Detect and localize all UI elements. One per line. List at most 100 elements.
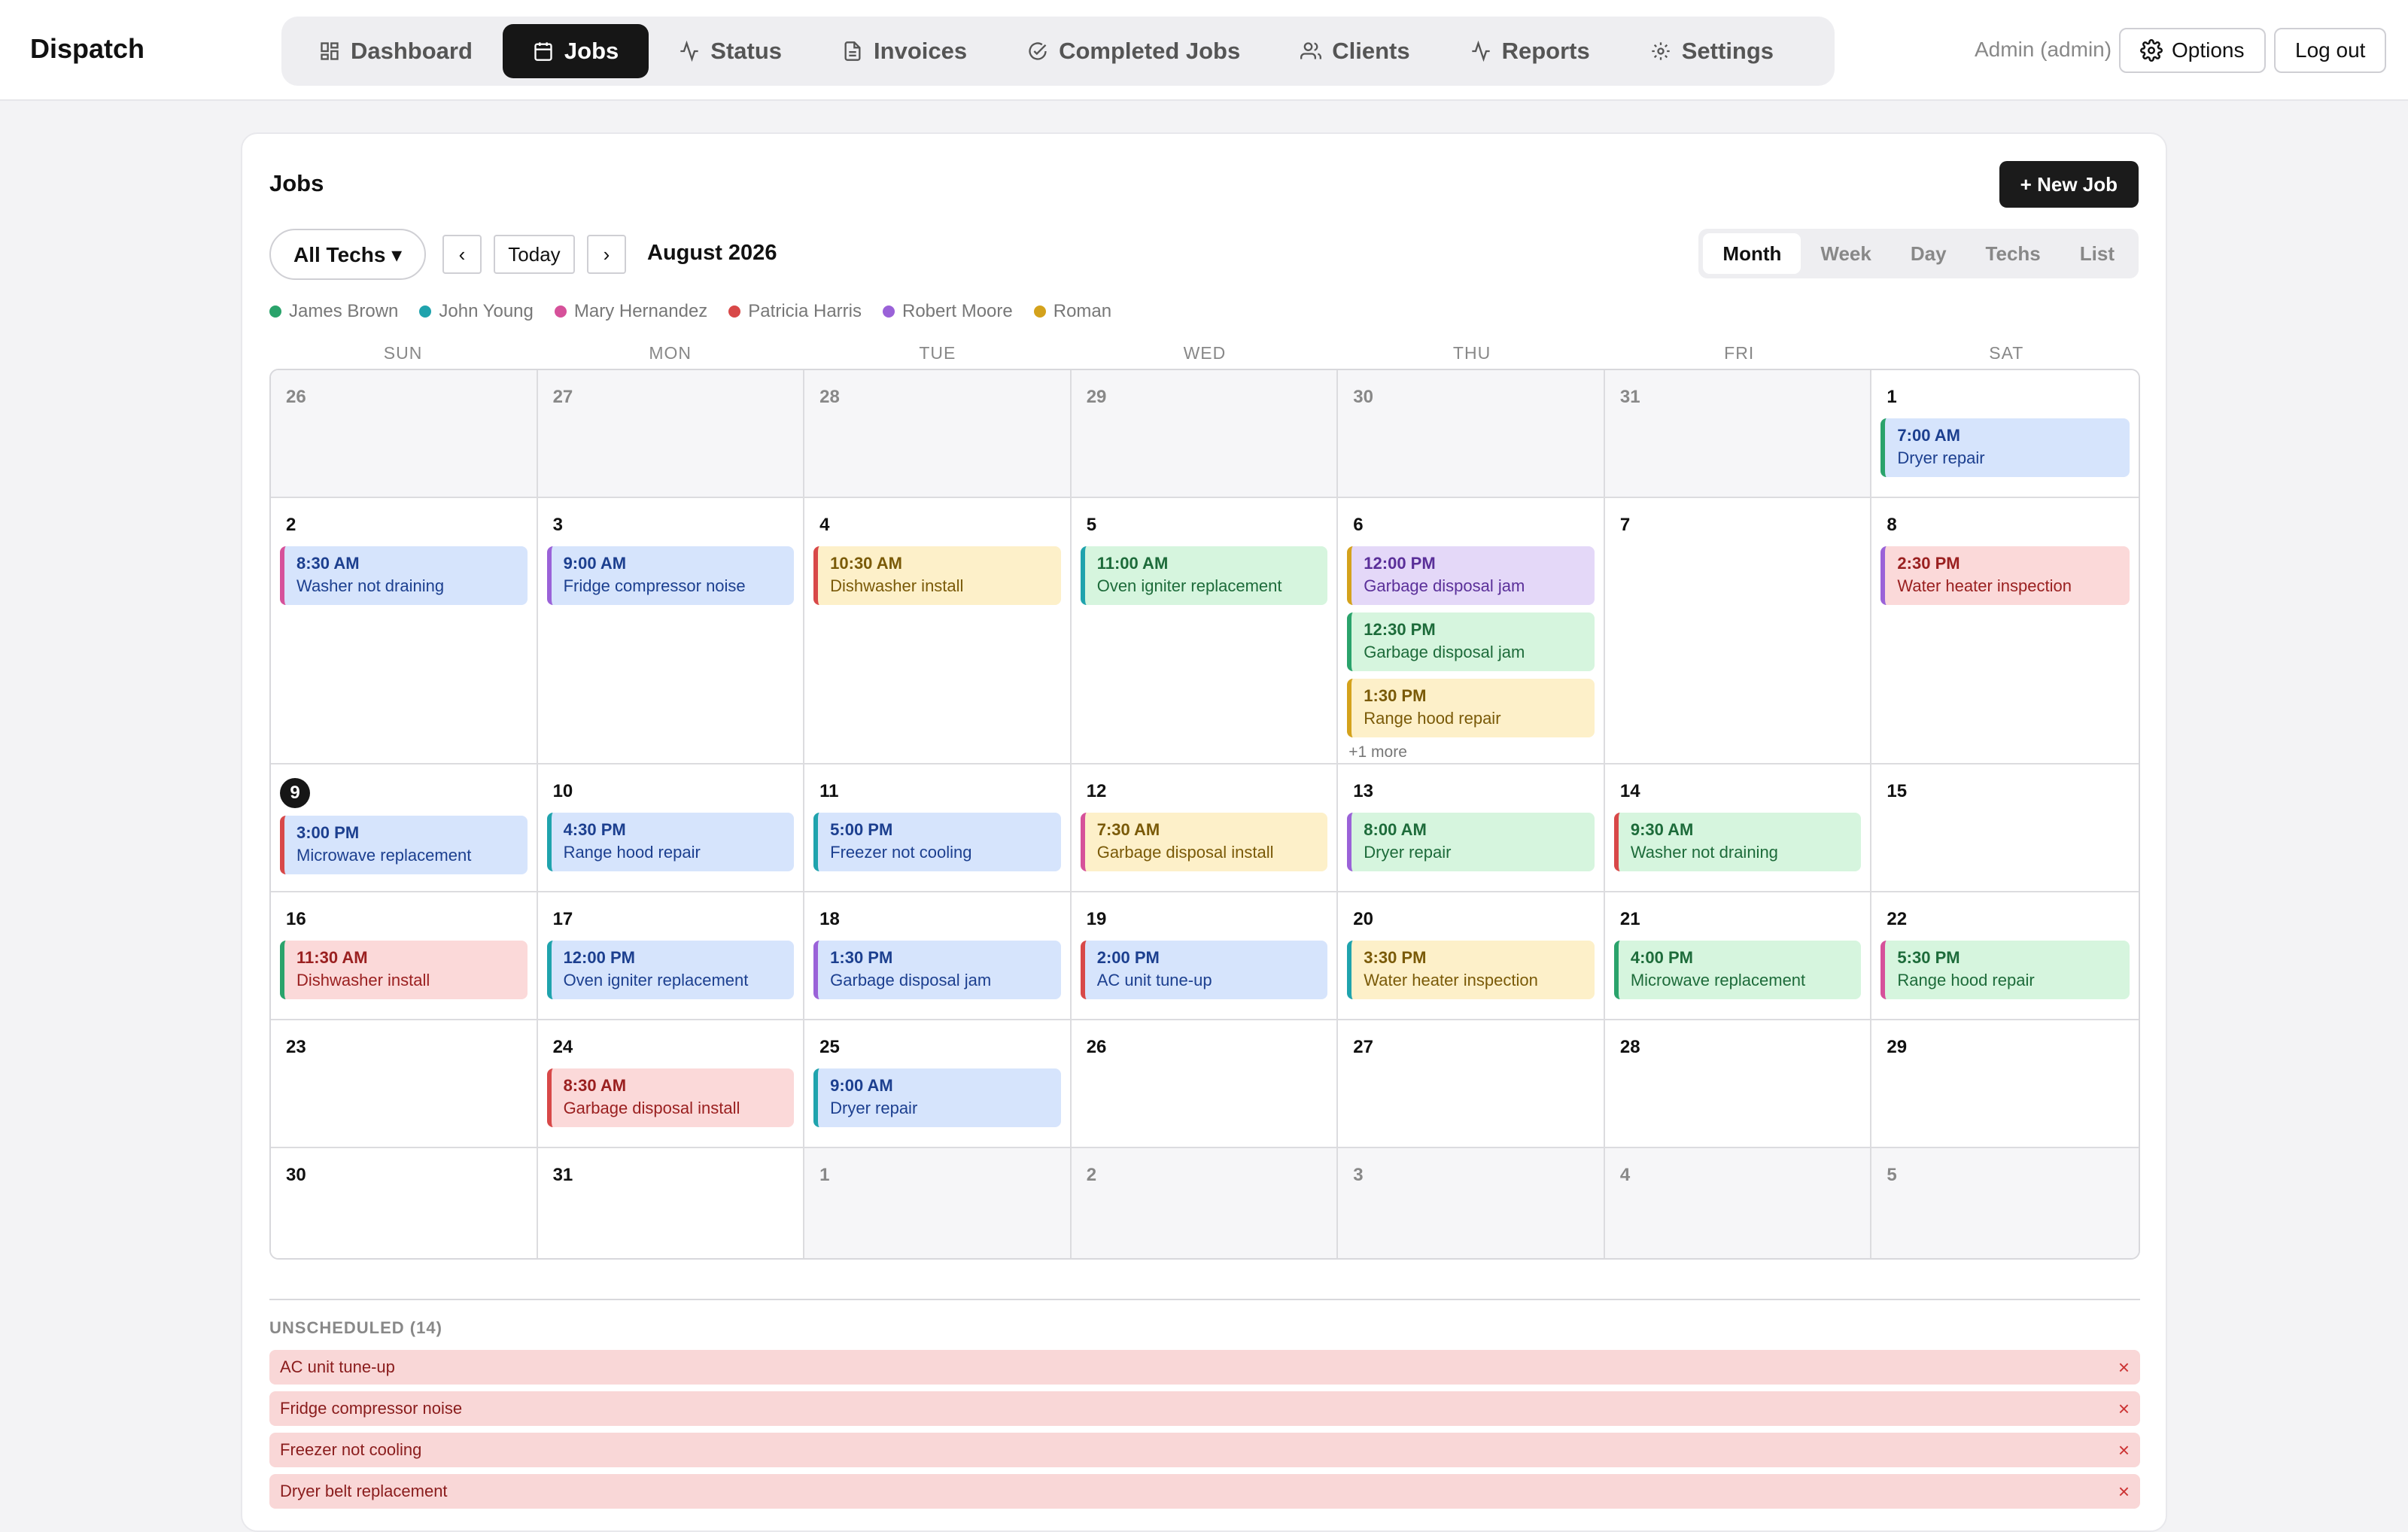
day-cell[interactable]: 1 7:00 AM Dryer repair bbox=[1871, 370, 2139, 498]
unscheduled-job[interactable]: AC unit tune-up × bbox=[269, 1350, 2140, 1385]
day-cell[interactable]: 23 bbox=[271, 1020, 538, 1148]
day-cell[interactable]: 27 bbox=[1338, 1020, 1605, 1148]
day-cell[interactable]: 16 11:30 AM Dishwasher install bbox=[271, 892, 538, 1020]
day-cell[interactable]: 19 2:00 PM AC unit tune-up bbox=[1071, 892, 1339, 1020]
day-cell[interactable]: 18 1:30 PM Garbage disposal jam bbox=[804, 892, 1072, 1020]
day-cell[interactable]: 31 bbox=[537, 1148, 805, 1258]
day-cell[interactable]: 21 4:00 PM Microwave replacement bbox=[1604, 892, 1872, 1020]
tech-filter-dropdown[interactable]: All Techs ▾ bbox=[269, 229, 427, 280]
close-icon[interactable]: × bbox=[2118, 1439, 2130, 1462]
day-cell[interactable]: 29 bbox=[1871, 1020, 2139, 1148]
day-cell[interactable]: 8 2:30 PM Water heater inspection bbox=[1871, 498, 2139, 764]
day-cell[interactable]: 6 12:00 PM Garbage disposal jam 12:30 PM Gar… bbox=[1338, 498, 1605, 764]
nav-tab-jobs[interactable]: Jobs bbox=[502, 24, 649, 78]
job-event[interactable]: 4:00 PM Microwave replacement bbox=[1613, 941, 1862, 999]
job-event[interactable]: 8:30 AM Garbage disposal install bbox=[546, 1068, 795, 1127]
view-tab-month[interactable]: Month bbox=[1703, 233, 1801, 274]
job-event[interactable]: 8:00 AM Dryer repair bbox=[1347, 813, 1595, 871]
job-title: Range hood repair bbox=[1364, 709, 1501, 728]
day-cell[interactable]: 13 8:00 AM Dryer repair bbox=[1338, 764, 1605, 892]
day-cell[interactable]: 3 bbox=[1338, 1148, 1605, 1258]
day-cell[interactable]: 15 bbox=[1871, 764, 2139, 892]
job-event[interactable]: 5:30 PM Range hood repair bbox=[1880, 941, 2130, 999]
job-event[interactable]: 8:30 AM Washer not draining bbox=[280, 546, 528, 605]
job-event[interactable]: 11:30 AM Dishwasher install bbox=[280, 941, 528, 999]
day-cell[interactable]: 25 9:00 AM Dryer repair bbox=[804, 1020, 1072, 1148]
day-cell[interactable]: 10 4:30 PM Range hood repair bbox=[537, 764, 805, 892]
day-cell[interactable]: 24 8:30 AM Garbage disposal install bbox=[537, 1020, 805, 1148]
view-tab-techs[interactable]: Techs bbox=[1966, 233, 2060, 274]
job-title: Dishwasher install bbox=[830, 576, 964, 595]
day-cell[interactable]: 12 7:30 AM Garbage disposal install bbox=[1071, 764, 1339, 892]
nav-tab-clients[interactable]: Clients bbox=[1270, 24, 1440, 78]
close-icon[interactable]: × bbox=[2118, 1480, 2130, 1503]
job-event[interactable]: 7:00 AM Dryer repair bbox=[1880, 418, 2130, 477]
job-event[interactable]: 9:30 AM Washer not draining bbox=[1613, 813, 1862, 871]
day-number: 19 bbox=[1086, 909, 1107, 929]
day-cell[interactable]: 28 bbox=[804, 370, 1072, 498]
job-event[interactable]: 7:30 AM Garbage disposal install bbox=[1080, 813, 1328, 871]
nav-tab-settings[interactable]: Settings bbox=[1620, 24, 1804, 78]
day-cell[interactable]: 26 bbox=[1071, 1020, 1339, 1148]
day-cell[interactable]: 2 8:30 AM Washer not draining bbox=[271, 498, 538, 764]
job-event[interactable]: 3:00 PM Microwave replacement bbox=[280, 816, 528, 874]
day-cell[interactable]: 14 9:30 AM Washer not draining bbox=[1604, 764, 1872, 892]
job-event[interactable]: 12:30 PM Garbage disposal jam bbox=[1347, 612, 1595, 671]
view-tab-week[interactable]: Week bbox=[1801, 233, 1890, 274]
job-event[interactable]: 4:30 PM Range hood repair bbox=[546, 813, 795, 871]
weekday-label: MON bbox=[649, 343, 692, 363]
day-cell[interactable]: 9 3:00 PM Microwave replacement bbox=[271, 764, 538, 892]
job-event[interactable]: 2:30 PM Water heater inspection bbox=[1880, 546, 2130, 605]
day-cell[interactable]: 5 bbox=[1871, 1148, 2139, 1258]
unscheduled-job[interactable]: Fridge compressor noise × bbox=[269, 1391, 2140, 1426]
job-event[interactable]: 10:30 AM Dishwasher install bbox=[813, 546, 1061, 605]
job-event[interactable]: 12:00 PM Oven igniter replacement bbox=[546, 941, 795, 999]
day-cell[interactable]: 4 10:30 AM Dishwasher install bbox=[804, 498, 1072, 764]
view-tab-day[interactable]: Day bbox=[1891, 233, 1966, 274]
day-cell[interactable]: 11 5:00 PM Freezer not cooling bbox=[804, 764, 1072, 892]
nav-tab-completed-jobs[interactable]: Completed Jobs bbox=[997, 24, 1270, 78]
day-cell[interactable]: 30 bbox=[271, 1148, 538, 1258]
day-cell[interactable]: 27 bbox=[537, 370, 805, 498]
job-event[interactable]: 1:30 PM Range hood repair bbox=[1347, 679, 1595, 737]
day-cell[interactable]: 30 bbox=[1338, 370, 1605, 498]
prev-month-button[interactable]: ‹ bbox=[442, 235, 482, 274]
day-number: 1 bbox=[1887, 387, 1897, 407]
day-cell[interactable]: 7 bbox=[1604, 498, 1872, 764]
close-icon[interactable]: × bbox=[2118, 1356, 2130, 1379]
more-events-link[interactable]: +1 more bbox=[1348, 743, 1595, 761]
day-cell[interactable]: 26 bbox=[271, 370, 538, 498]
job-event[interactable]: 11:00 AM Oven igniter replacement bbox=[1080, 546, 1328, 605]
day-cell[interactable]: 22 5:30 PM Range hood repair bbox=[1871, 892, 2139, 1020]
job-event[interactable]: 9:00 AM Dryer repair bbox=[813, 1068, 1061, 1127]
job-event[interactable]: 2:00 PM AC unit tune-up bbox=[1080, 941, 1328, 999]
logout-button[interactable]: Log out bbox=[2274, 28, 2387, 73]
next-month-button[interactable]: › bbox=[587, 235, 626, 274]
nav-tab-reports[interactable]: Reports bbox=[1440, 24, 1620, 78]
day-cell[interactable]: 31 bbox=[1604, 370, 1872, 498]
close-icon[interactable]: × bbox=[2118, 1397, 2130, 1421]
day-cell[interactable]: 29 bbox=[1071, 370, 1339, 498]
options-button[interactable]: Options bbox=[2119, 28, 2266, 73]
job-event[interactable]: 9:00 AM Fridge compressor noise bbox=[546, 546, 795, 605]
nav-tab-status[interactable]: Status bbox=[649, 24, 812, 78]
job-event[interactable]: 1:30 PM Garbage disposal jam bbox=[813, 941, 1061, 999]
new-job-button[interactable]: + New Job bbox=[1999, 161, 2139, 208]
day-cell[interactable]: 2 bbox=[1071, 1148, 1339, 1258]
job-event[interactable]: 12:00 PM Garbage disposal jam bbox=[1347, 546, 1595, 605]
day-cell[interactable]: 28 bbox=[1604, 1020, 1872, 1148]
day-cell[interactable]: 4 bbox=[1604, 1148, 1872, 1258]
unscheduled-job[interactable]: Freezer not cooling × bbox=[269, 1433, 2140, 1467]
nav-tab-dashboard[interactable]: Dashboard bbox=[289, 24, 503, 78]
day-cell[interactable]: 1 bbox=[804, 1148, 1072, 1258]
job-event[interactable]: 5:00 PM Freezer not cooling bbox=[813, 813, 1061, 871]
day-cell[interactable]: 3 9:00 AM Fridge compressor noise bbox=[537, 498, 805, 764]
today-button[interactable]: Today bbox=[494, 235, 575, 274]
day-cell[interactable]: 20 3:30 PM Water heater inspection bbox=[1338, 892, 1605, 1020]
unscheduled-job[interactable]: Dryer belt replacement × bbox=[269, 1474, 2140, 1509]
nav-tab-invoices[interactable]: Invoices bbox=[812, 24, 997, 78]
day-cell[interactable]: 17 12:00 PM Oven igniter replacement bbox=[537, 892, 805, 1020]
job-event[interactable]: 3:30 PM Water heater inspection bbox=[1347, 941, 1595, 999]
view-tab-list[interactable]: List bbox=[2060, 233, 2134, 274]
day-cell[interactable]: 5 11:00 AM Oven igniter replacement bbox=[1071, 498, 1339, 764]
